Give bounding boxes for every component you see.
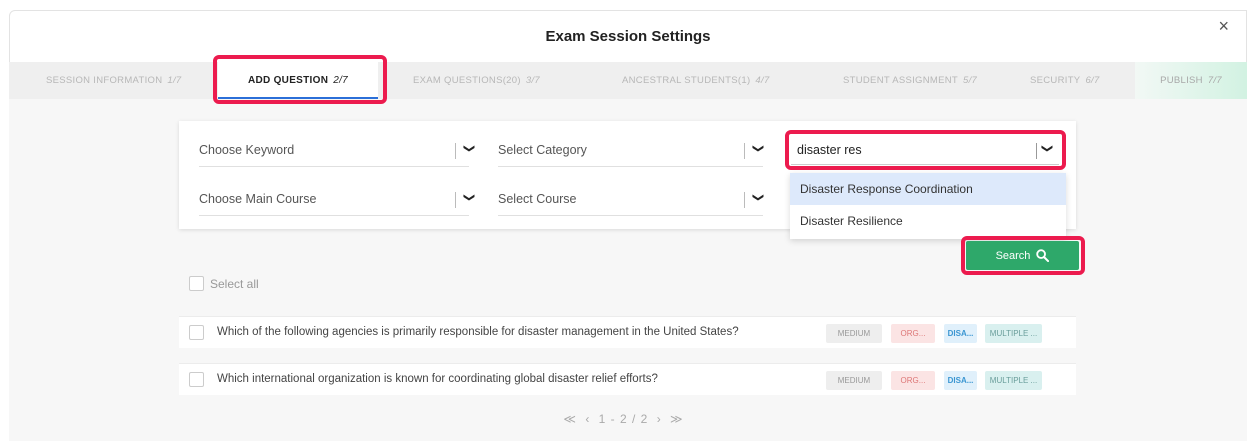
- last-page-icon[interactable]: ≫: [670, 412, 684, 426]
- chevron-down-icon[interactable]: ❯: [752, 193, 765, 202]
- pagination: ≪ ‹ 1 - 2 / 2 › ≫: [0, 412, 1247, 426]
- tab-label: EXAM QUESTIONS(20): [413, 75, 521, 86]
- select-all-checkbox[interactable]: [189, 276, 204, 291]
- tab-step-number: 3/7: [525, 75, 540, 86]
- separator: [455, 143, 456, 159]
- question-checkbox[interactable]: [189, 325, 204, 340]
- difficulty-badge: MEDIUM: [826, 371, 882, 390]
- chevron-down-icon[interactable]: ❯: [463, 144, 476, 153]
- first-page-icon[interactable]: ≪: [563, 412, 577, 426]
- keyword-placeholder: Choose Keyword: [199, 143, 295, 157]
- autocomplete-dropdown: Disaster Response Coordination Disaster …: [790, 173, 1066, 239]
- keyword-select[interactable]: Choose Keyword ❯: [199, 137, 475, 167]
- tab-step-number: 7/7: [1207, 75, 1222, 86]
- subject-badge: DISA...: [944, 324, 977, 343]
- question-text: Which international organization is know…: [217, 373, 658, 385]
- highlight-box: [961, 236, 1085, 275]
- chevron-down-icon[interactable]: ❯: [752, 144, 765, 153]
- course-select[interactable]: Select Course ❯: [498, 186, 765, 216]
- category-placeholder: Select Category: [498, 143, 587, 157]
- prev-page-icon[interactable]: ‹: [585, 412, 590, 426]
- question-row[interactable]: Which international organization is know…: [179, 363, 1076, 395]
- difficulty-badge: MEDIUM: [826, 324, 882, 343]
- subject-badge: DISA...: [944, 371, 977, 390]
- select-all-label: Select all: [210, 276, 259, 291]
- tab-step-number: 1/7: [167, 75, 182, 86]
- tab-session-information[interactable]: SESSION INFORMATION 1/7: [46, 62, 181, 99]
- tab-step-number: 4/7: [755, 75, 770, 86]
- category-select[interactable]: Select Category ❯: [498, 137, 765, 167]
- tab-student-assignment[interactable]: STUDENT ASSIGNMENT 5/7: [843, 62, 977, 99]
- tab-step-number: 5/7: [963, 75, 978, 86]
- organization-badge: ORG...: [891, 371, 935, 390]
- main-course-placeholder: Choose Main Course: [199, 192, 317, 206]
- tab-step-number: 6/7: [1085, 75, 1100, 86]
- close-icon[interactable]: ×: [1218, 16, 1229, 37]
- tab-label: PUBLISH: [1160, 75, 1203, 86]
- question-type-badge: MULTIPLE ...: [985, 324, 1042, 343]
- separator: [744, 192, 745, 208]
- separator: [455, 192, 456, 208]
- question-row[interactable]: Which of the following agencies is prima…: [179, 316, 1076, 348]
- chevron-down-icon[interactable]: ❯: [463, 193, 476, 202]
- step-tabs: SESSION INFORMATION 1/7 ADD QUESTION 2/7 E…: [9, 62, 1247, 99]
- question-type-badge: MULTIPLE ...: [985, 371, 1042, 390]
- highlight-box: [213, 55, 387, 104]
- next-page-icon[interactable]: ›: [657, 412, 662, 426]
- tab-security[interactable]: SECURITY 6/7: [1030, 62, 1100, 99]
- tab-label: SESSION INFORMATION: [46, 75, 163, 86]
- highlight-box: [785, 130, 1066, 170]
- select-all[interactable]: Select all: [189, 276, 259, 291]
- tab-label: STUDENT ASSIGNMENT: [843, 75, 959, 86]
- tab-exam-questions[interactable]: EXAM QUESTIONS(20) 3/7: [413, 62, 540, 99]
- tab-label: ANCESTRAL STUDENTS(1): [622, 75, 751, 86]
- question-text: Which of the following agencies is prima…: [217, 326, 739, 338]
- page-range: 1 - 2 / 2: [598, 412, 649, 426]
- tab-label: SECURITY: [1030, 75, 1081, 86]
- dropdown-option[interactable]: Disaster Resilience: [790, 205, 1066, 237]
- separator: [744, 143, 745, 159]
- main-course-select[interactable]: Choose Main Course ❯: [199, 186, 475, 216]
- modal-title: Exam Session Settings: [545, 27, 711, 45]
- tab-publish[interactable]: PUBLISH 7/7: [1135, 62, 1247, 99]
- organization-badge: ORG...: [891, 324, 935, 343]
- dropdown-option[interactable]: Disaster Response Coordination: [790, 173, 1066, 205]
- modal-header: Exam Session Settings: [9, 10, 1247, 62]
- course-placeholder: Select Course: [498, 192, 577, 206]
- tab-ancestral-students[interactable]: ANCESTRAL STUDENTS(1) 4/7: [622, 62, 770, 99]
- question-checkbox[interactable]: [189, 372, 204, 387]
